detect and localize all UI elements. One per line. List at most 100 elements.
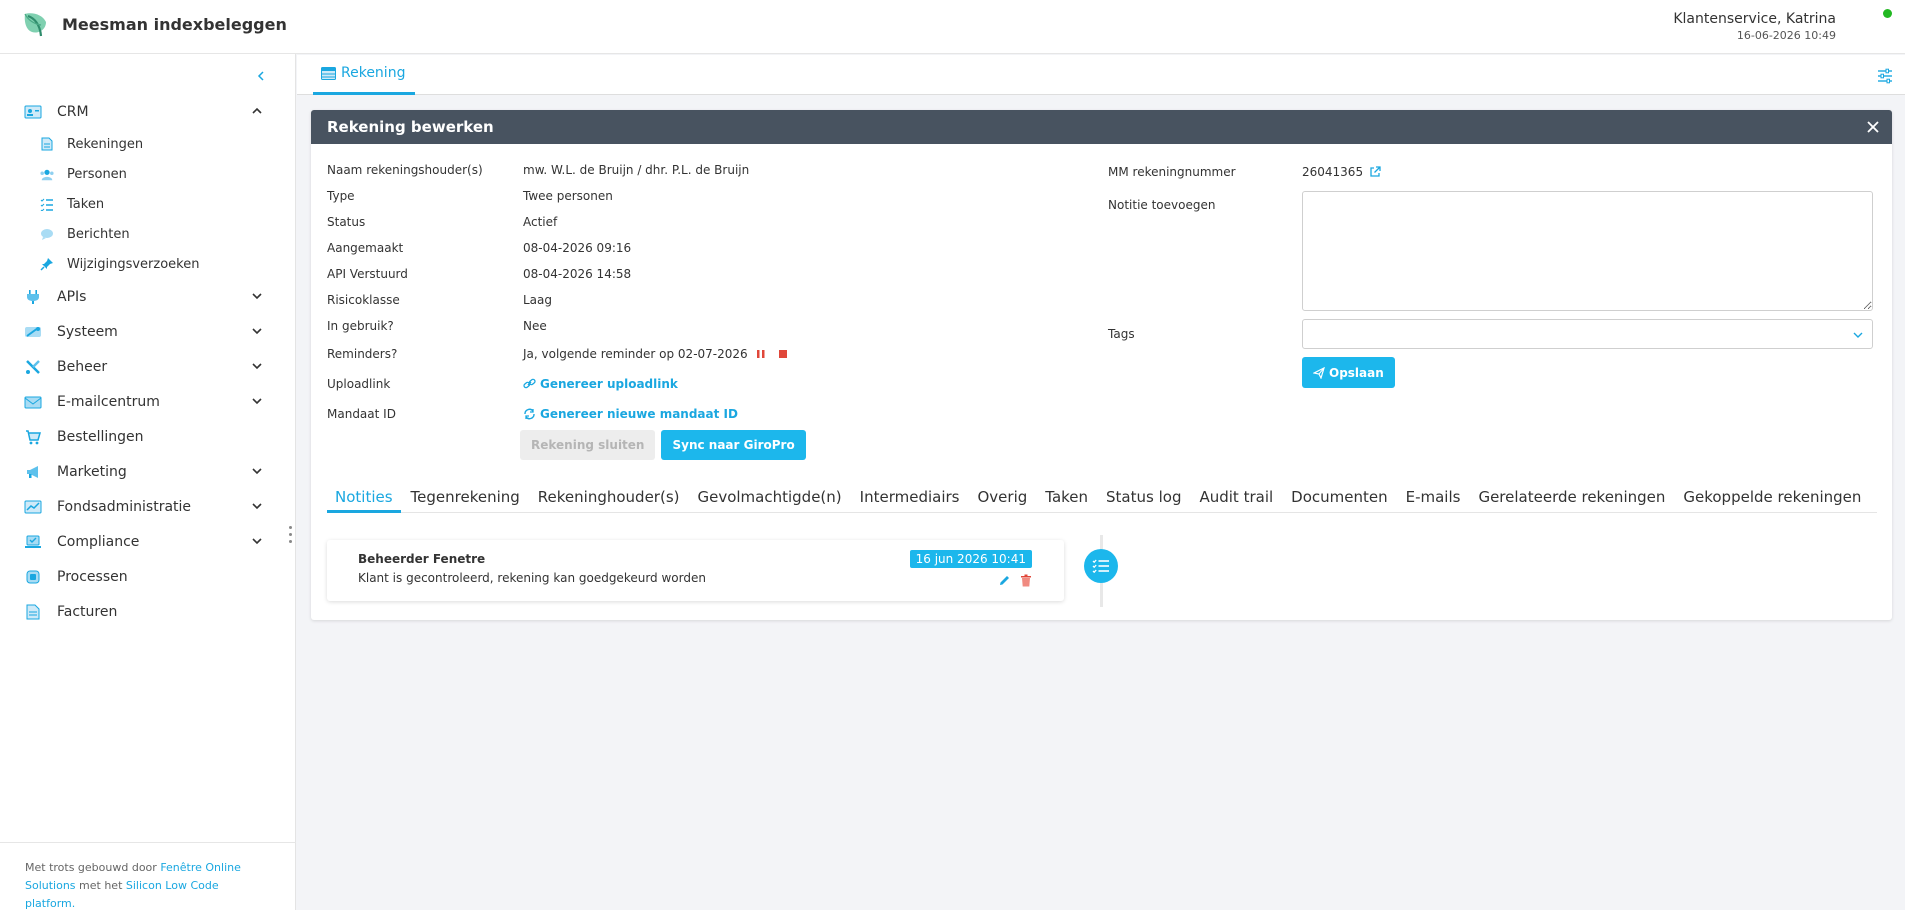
field-label: Risicoklasse xyxy=(327,293,400,307)
note-card: Beheerder Fenetre Klant is gecontroleerd… xyxy=(327,540,1064,601)
sidebar-item-beheer[interactable]: Beheer xyxy=(0,349,296,384)
sidebar-item-fondsadministratie[interactable]: Fondsadministratie xyxy=(0,489,296,524)
sidebar-item-label: E-mailcentrum xyxy=(57,393,160,410)
close-account-button[interactable]: Rekening sluiten xyxy=(520,430,656,460)
note-timestamp-badge: 16 jun 2026 10:41 xyxy=(909,550,1032,568)
sidebar-item-taken[interactable]: Taken xyxy=(0,189,296,219)
sidebar-item-emailcentrum[interactable]: E-mailcentrum xyxy=(0,384,296,419)
tab-documenten[interactable]: Documenten xyxy=(1283,480,1395,513)
top-bar: Meesman indexbeleggen Klantenservice, Ka… xyxy=(0,0,1905,54)
collapse-sidebar-icon[interactable] xyxy=(256,70,266,82)
note-text: Klant is gecontroleerd, rekening kan goe… xyxy=(358,571,706,585)
field-label: Notitie toevoegen xyxy=(1108,198,1216,212)
tab-status-log[interactable]: Status log xyxy=(1098,480,1189,513)
link-label: Genereer uploadlink xyxy=(540,377,678,391)
close-icon[interactable] xyxy=(1865,119,1881,135)
tab-emails[interactable]: E-mails xyxy=(1398,480,1469,513)
field-label: Tags xyxy=(1108,327,1135,341)
reminders-value: Ja, volgende reminder op 02-07-2026 xyxy=(523,347,788,361)
row-mm-rekeningnummer: MM rekeningnummer 26041365 xyxy=(1108,159,1878,185)
field-value: Twee personen xyxy=(523,189,613,203)
tags-select[interactable] xyxy=(1302,319,1873,349)
sliders-icon[interactable] xyxy=(1877,68,1893,84)
external-link-icon[interactable] xyxy=(1369,166,1381,178)
field-label: Mandaat ID xyxy=(327,407,396,421)
pause-icon[interactable] xyxy=(756,349,766,359)
trash-icon[interactable] xyxy=(1020,574,1032,587)
refresh-icon xyxy=(524,408,535,420)
account-side-form: MM rekeningnummer 26041365 Notitie toevo… xyxy=(1108,157,1878,388)
sidebar-item-wijzigingsverzoeken[interactable]: Wijzigingsverzoeken xyxy=(0,249,296,279)
chevron-down-icon xyxy=(252,503,262,510)
users-icon xyxy=(40,167,54,181)
tab-notities[interactable]: Notities xyxy=(327,480,401,513)
field-value: mw. W.L. de Bruijn / dhr. P.L. de Bruijn xyxy=(523,163,750,177)
row-status: Status Actief xyxy=(327,209,1027,235)
field-label: Type xyxy=(327,189,355,203)
sidebar-item-crm[interactable]: CRM xyxy=(0,94,296,129)
field-value: Laag xyxy=(523,293,553,307)
tab-intermediairs[interactable]: Intermediairs xyxy=(852,480,968,513)
sidebar-item-label: Berichten xyxy=(67,226,130,242)
account-details: Naam rekeningshouder(s) mw. W.L. de Brui… xyxy=(327,157,1027,429)
tab-gevolmachtigden[interactable]: Gevolmachtigde(n) xyxy=(689,480,849,513)
chevron-up-icon xyxy=(252,107,262,114)
sidebar-item-berichten[interactable]: Berichten xyxy=(0,219,296,249)
row-aangemaakt: Aangemaakt 08-04-2026 09:16 xyxy=(327,235,1027,261)
sidebar-item-compliance[interactable]: Compliance xyxy=(0,524,296,559)
sidebar-item-marketing[interactable]: Marketing xyxy=(0,454,296,489)
row-in-gebruik: In gebruik? Nee xyxy=(327,313,1027,339)
tab-audit-trail[interactable]: Audit trail xyxy=(1191,480,1281,513)
sidebar-item-label: Wijzigingsverzoeken xyxy=(67,256,200,272)
brand[interactable]: Meesman indexbeleggen xyxy=(22,10,287,38)
sync-giropro-button[interactable]: Sync naar GiroPro xyxy=(661,430,806,460)
save-button[interactable]: Opslaan xyxy=(1302,357,1395,388)
id-card-icon xyxy=(24,104,42,120)
sidebar-item-label: Personen xyxy=(67,166,127,182)
tab-overig[interactable]: Overig xyxy=(969,480,1035,513)
sidebar-item-label: Beheer xyxy=(57,358,108,375)
plug-icon xyxy=(24,289,42,305)
generate-mandaat-link[interactable]: Genereer nieuwe mandaat ID xyxy=(523,407,738,421)
sidebar-item-apis[interactable]: APIs xyxy=(0,279,296,314)
sidebar-resize-handle[interactable] xyxy=(287,526,293,548)
sidebar-item-facturen[interactable]: Facturen xyxy=(0,594,296,629)
field-value: Actief xyxy=(523,215,558,229)
field-value: 26041365 xyxy=(1302,165,1364,179)
field-label: Uploadlink xyxy=(327,377,391,391)
sidebar-item-processen[interactable]: Processen xyxy=(0,559,296,594)
row-save: Opslaan xyxy=(1108,349,1878,388)
tab-gekoppelde-rekeningen[interactable]: Gekoppelde rekeningen xyxy=(1675,480,1869,513)
chart-line-icon xyxy=(24,499,42,515)
process-icon xyxy=(24,569,42,585)
field-value: 08-04-2026 14:58 xyxy=(523,267,632,281)
note-textarea[interactable] xyxy=(1302,191,1873,311)
sidebar-item-label: CRM xyxy=(57,103,89,120)
stop-icon[interactable] xyxy=(778,349,788,359)
tab-gerelateerde-rekeningen[interactable]: Gerelateerde rekeningen xyxy=(1470,480,1673,513)
sidebar-item-label: Bestellingen xyxy=(57,428,144,445)
chevron-down-icon xyxy=(252,468,262,475)
sidebar-item-bestellingen[interactable]: Bestellingen xyxy=(0,419,296,454)
tab-tegenrekening[interactable]: Tegenrekening xyxy=(403,480,528,513)
user-info[interactable]: Klantenservice, Katrina 16-06-2026 10:49 xyxy=(1673,11,1836,42)
tab-rekeninghouders[interactable]: Rekeninghouder(s) xyxy=(530,480,688,513)
action-buttons: Rekening sluiten Sync naar GiroPro xyxy=(520,430,806,460)
sidebar-item-systeem[interactable]: Systeem xyxy=(0,314,296,349)
panel-title: Rekening bewerken xyxy=(327,118,494,136)
generate-uploadlink-link[interactable]: Genereer uploadlink xyxy=(523,377,678,391)
invoice-icon xyxy=(24,604,42,620)
sidebar-item-personen[interactable]: Personen xyxy=(0,159,296,189)
tab-taken[interactable]: Taken xyxy=(1037,480,1096,513)
sidebar-item-rekeningen[interactable]: Rekeningen xyxy=(0,129,296,159)
chevron-down-icon xyxy=(252,363,262,370)
pencil-icon[interactable] xyxy=(998,574,1011,587)
sidebar-item-label: Systeem xyxy=(57,323,118,340)
envelope-icon xyxy=(24,394,42,410)
sidebar-item-label: Facturen xyxy=(57,603,118,620)
tab-rekening[interactable]: Rekening xyxy=(313,55,416,95)
laptop-check-icon xyxy=(24,534,42,550)
field-value: Nee xyxy=(523,319,547,333)
online-status-icon xyxy=(1883,9,1892,18)
